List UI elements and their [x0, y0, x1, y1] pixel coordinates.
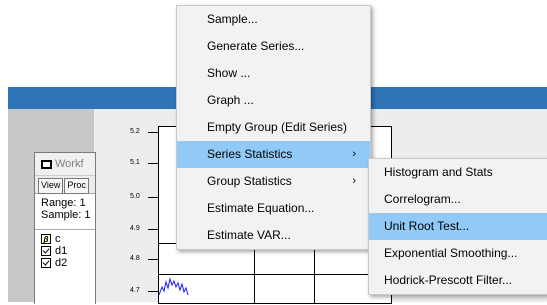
menu-item-unit-root-test[interactable]: Unit Root Test...: [369, 213, 547, 240]
workfile-object-list: β c d1 d2: [35, 229, 95, 305]
menu-item-label: Hodrick-Prescott Filter...: [384, 273, 513, 287]
view-button[interactable]: View: [38, 178, 64, 194]
menu-item-correlogram[interactable]: Correlogram...: [369, 186, 547, 213]
workfile-toolbar: View Proc: [35, 175, 95, 194]
menu-item-label: Empty Group (Edit Series): [207, 120, 348, 134]
context-menu: Sample... Generate Series... Show ... Gr…: [176, 5, 371, 250]
workfile-title-bar[interactable]: Workf: [35, 153, 95, 175]
menu-item-label: Histogram and Stats: [384, 165, 493, 179]
menu-item-label: Generate Series...: [207, 39, 305, 53]
menu-item-empty-group[interactable]: Empty Group (Edit Series): [177, 114, 370, 141]
menu-item-label: Estimate Equation...: [207, 201, 315, 215]
menu-item-label: Correlogram...: [384, 192, 461, 206]
menu-item-label: Unit Root Test...: [384, 219, 470, 233]
menu-item-label: Group Statistics: [207, 174, 292, 188]
menu-item-hodrick-prescott[interactable]: Hodrick-Prescott Filter...: [369, 267, 547, 294]
list-item[interactable]: d1: [35, 244, 95, 257]
series-check-icon: [41, 245, 51, 256]
menu-item-histogram-stats[interactable]: Histogram and Stats: [369, 159, 547, 186]
series-statistics-submenu: Histogram and Stats Correlogram... Unit …: [368, 158, 547, 295]
menu-item-sample[interactable]: Sample...: [177, 6, 370, 33]
object-name: d2: [55, 256, 68, 269]
y-tick-label: 5.2: [130, 128, 158, 135]
menu-item-label: Sample...: [207, 12, 258, 26]
menu-item-graph[interactable]: Graph ...: [177, 87, 370, 114]
menu-item-label: Estimate VAR...: [207, 228, 291, 242]
series-check-icon: [41, 257, 51, 268]
coefficient-icon: β: [41, 233, 51, 244]
menu-item-show[interactable]: Show ...: [177, 60, 370, 87]
object-name: d1: [55, 244, 68, 257]
y-tick-label: 4.7: [130, 287, 158, 294]
menu-item-estimate-equation[interactable]: Estimate Equation...: [177, 195, 370, 222]
menu-item-series-statistics[interactable]: Series Statistics ›: [177, 141, 370, 168]
list-item[interactable]: β c: [35, 232, 95, 245]
window-icon: [41, 159, 52, 169]
object-name: c: [55, 232, 61, 245]
menu-item-exponential-smoothing[interactable]: Exponential Smoothing...: [369, 240, 547, 267]
proc-button[interactable]: Proc: [64, 178, 89, 194]
menu-item-group-statistics[interactable]: Group Statistics ›: [177, 168, 370, 195]
workfile-window[interactable]: Workf View Proc Range: 1 Sample: 1 β c d…: [34, 152, 96, 305]
range-value: 1: [79, 197, 86, 209]
series-line: [159, 277, 189, 296]
workfile-title: Workf: [55, 158, 84, 170]
y-tick-label: 5.0: [130, 193, 158, 200]
chevron-right-icon: ›: [352, 175, 356, 187]
list-item[interactable]: d2: [35, 256, 95, 269]
y-tick-label: 4.9: [130, 225, 158, 232]
sample-label: Sample:: [41, 209, 82, 221]
y-tick-label: 4.8: [130, 255, 158, 262]
menu-item-label: Exponential Smoothing...: [384, 246, 518, 260]
menu-item-label: Graph ...: [207, 93, 254, 107]
menu-item-generate-series[interactable]: Generate Series...: [177, 33, 370, 60]
menu-item-label: Show ...: [207, 66, 251, 80]
chevron-right-icon: ›: [352, 148, 356, 160]
sample-value: 1: [84, 209, 91, 221]
workfile-info: Range: 1 Sample: 1: [35, 193, 95, 229]
y-tick-label: 5.1: [130, 159, 158, 166]
menu-item-label: Series Statistics: [207, 147, 293, 161]
menu-item-estimate-var[interactable]: Estimate VAR...: [177, 222, 370, 249]
range-label: Range:: [41, 197, 77, 209]
